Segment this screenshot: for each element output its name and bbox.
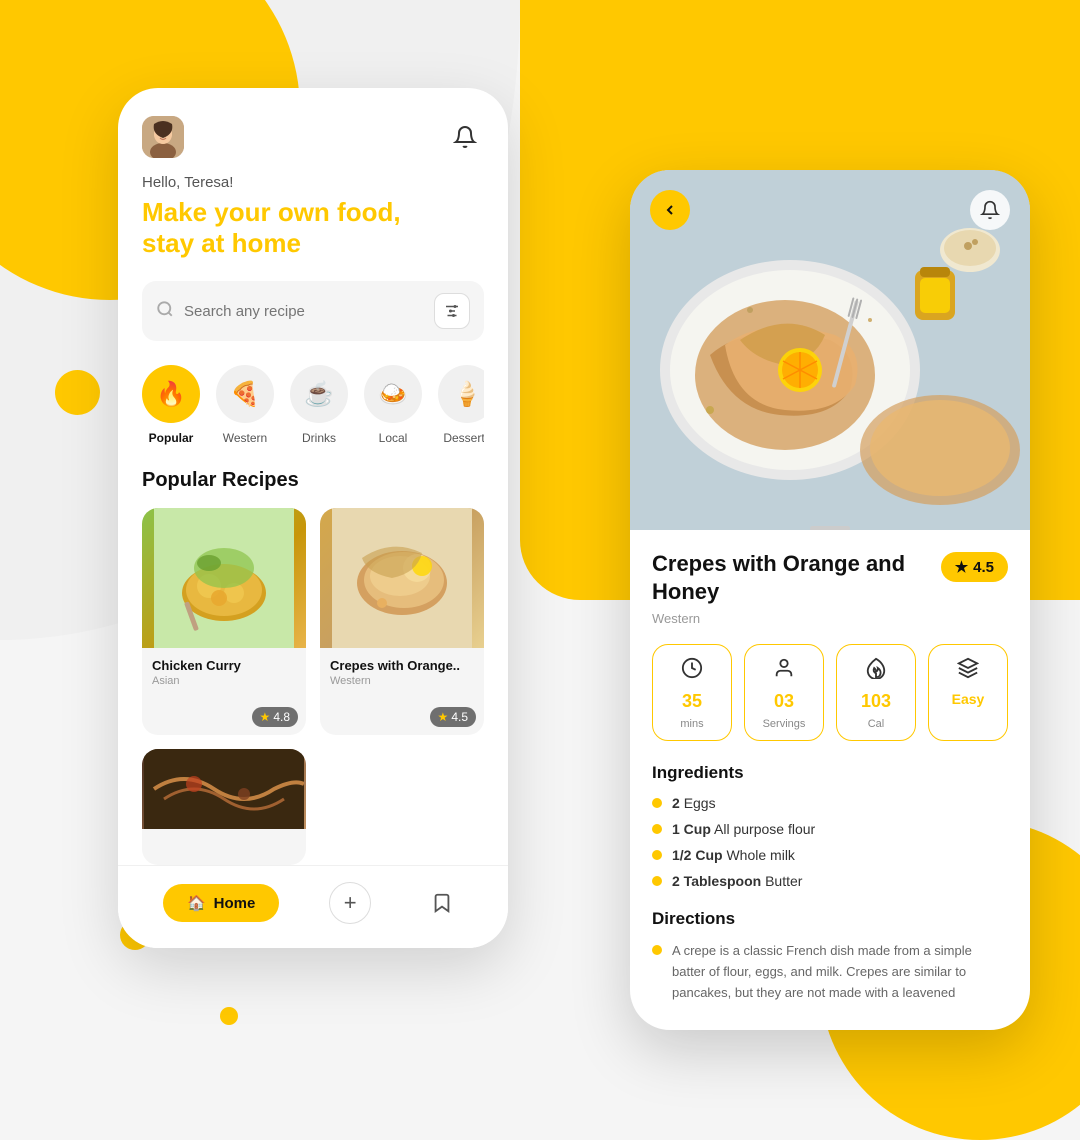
ingredients-heading: Ingredients — [652, 763, 1008, 783]
search-input[interactable] — [184, 303, 424, 320]
category-western[interactable]: 🍕 Western — [216, 365, 274, 445]
category-desserts[interactable]: 🍦 Desserts — [438, 365, 484, 445]
person-icon — [773, 657, 795, 685]
category-drinks[interactable]: ☕ Drinks — [290, 365, 348, 445]
popular-icon: 🔥 — [142, 365, 200, 423]
drinks-icon: ☕ — [290, 365, 348, 423]
chicken-curry-image — [142, 508, 306, 648]
local-icon: 🍛 — [364, 365, 422, 423]
bottom-nav: 🏠 Home + — [118, 865, 508, 948]
stat-servings: 03 Servings — [744, 644, 824, 741]
filter-button[interactable] — [434, 293, 470, 329]
western-icon: 🍕 — [216, 365, 274, 423]
recipes-grid: ★ 4.8 Chicken Curry Asian — [142, 508, 484, 865]
drag-handle — [810, 526, 850, 530]
servings-label: Servings — [763, 718, 806, 730]
hero-food-image — [630, 170, 1030, 530]
ingredient-flour: 1 Cup All purpose flour — [652, 821, 1008, 837]
recipe-category: Western — [652, 611, 1008, 626]
time-label: mins — [680, 718, 703, 730]
recipe-card-chicken-curry[interactable]: ★ 4.8 Chicken Curry Asian — [142, 508, 306, 735]
crepes-image — [320, 508, 484, 648]
cal-label: Cal — [868, 718, 885, 730]
add-button[interactable]: + — [329, 882, 371, 924]
home-button[interactable]: 🏠 Home — [163, 884, 279, 922]
time-value: 35 — [682, 691, 702, 712]
layers-icon — [957, 657, 979, 685]
header-row — [142, 116, 484, 158]
popular-label: Popular — [149, 431, 194, 445]
chicken-curry-info: Chicken Curry Asian — [142, 648, 306, 699]
stat-difficulty: Easy — [928, 644, 1008, 741]
crepes-name: Crepes with Orange.. — [330, 658, 474, 673]
ingredient-dot — [652, 876, 662, 886]
ingredient-eggs: 2 Eggs — [652, 795, 1008, 811]
directions-dot — [652, 945, 662, 955]
ingredient-dot — [652, 798, 662, 808]
recipe-card-noodles[interactable] — [142, 749, 306, 865]
difficulty-value: Easy — [952, 691, 985, 707]
ingredient-dot — [652, 850, 662, 860]
crepes-category: Western — [330, 675, 474, 687]
rating-value: 4.5 — [973, 559, 994, 576]
flame-icon — [865, 657, 887, 685]
desserts-label: Desserts — [443, 431, 484, 445]
ingredient-dot — [652, 824, 662, 834]
drinks-label: Drinks — [302, 431, 336, 445]
ingredients-list: 2 Eggs 1 Cup All purpose flour 1/2 Cup W… — [652, 795, 1008, 889]
recipe-card-crepes[interactable]: ★ 4.5 Crepes with Orange.. Western — [320, 508, 484, 735]
notification-button[interactable] — [446, 118, 484, 156]
search-bar — [142, 281, 484, 341]
servings-value: 03 — [774, 691, 794, 712]
avatar-image — [142, 116, 184, 158]
recipe-title: Crepes with Orange and Honey — [652, 550, 931, 605]
star-icon: ★ — [955, 558, 968, 576]
detail-notification-button[interactable] — [970, 190, 1010, 230]
category-local[interactable]: 🍛 Local — [364, 365, 422, 445]
search-icon — [156, 300, 174, 323]
ingredient-butter: 2 Tablespoon Butter — [652, 873, 1008, 889]
clock-icon — [681, 657, 703, 685]
home-label: Home — [214, 895, 256, 912]
stat-time: 35 mins — [652, 644, 732, 741]
noodles-image — [142, 749, 306, 829]
western-label: Western — [223, 431, 267, 445]
chicken-curry-name: Chicken Curry — [152, 658, 296, 673]
title-row: Crepes with Orange and Honey ★ 4.5 — [652, 550, 1008, 605]
detail-hero — [630, 170, 1030, 530]
ingredient-milk: 1/2 Cup Whole milk — [652, 847, 1008, 863]
desserts-icon: 🍦 — [438, 365, 484, 423]
crepes-rating: ★ 4.5 — [430, 707, 476, 727]
greeting-large: Make your own food, stay at home — [142, 197, 484, 259]
greeting-small: Hello, Teresa! — [142, 174, 484, 191]
phones-container: Hello, Teresa! Make your own food, stay … — [0, 0, 1080, 1080]
stats-row: 35 mins 03 Servings — [652, 644, 1008, 741]
popular-section-title: Popular Recipes — [142, 469, 484, 492]
categories-row: 🔥 Popular 🍕 Western ☕ Drinks 🍛 Local 🍦 — [142, 365, 484, 445]
plus-icon: + — [344, 890, 357, 916]
phone-left: Hello, Teresa! Make your own food, stay … — [118, 88, 508, 948]
bookmark-button[interactable] — [421, 882, 463, 924]
local-label: Local — [379, 431, 408, 445]
stat-calories: 103 Cal — [836, 644, 916, 741]
chicken-curry-category: Asian — [152, 675, 296, 687]
back-button[interactable] — [650, 190, 690, 230]
detail-content: Crepes with Orange and Honey ★ 4.5 Weste… — [630, 530, 1030, 1030]
chicken-curry-rating: ★ 4.8 — [252, 707, 298, 727]
crepes-info: Crepes with Orange.. Western — [320, 648, 484, 699]
phone-right: Crepes with Orange and Honey ★ 4.5 Weste… — [630, 170, 1030, 1030]
category-popular[interactable]: 🔥 Popular — [142, 365, 200, 445]
cal-value: 103 — [861, 691, 891, 712]
directions-content: A crepe is a classic French dish made fr… — [652, 941, 1008, 1003]
avatar — [142, 116, 184, 158]
directions-heading: Directions — [652, 909, 1008, 929]
home-icon: 🏠 — [187, 894, 206, 912]
rating-badge: ★ 4.5 — [941, 552, 1008, 582]
